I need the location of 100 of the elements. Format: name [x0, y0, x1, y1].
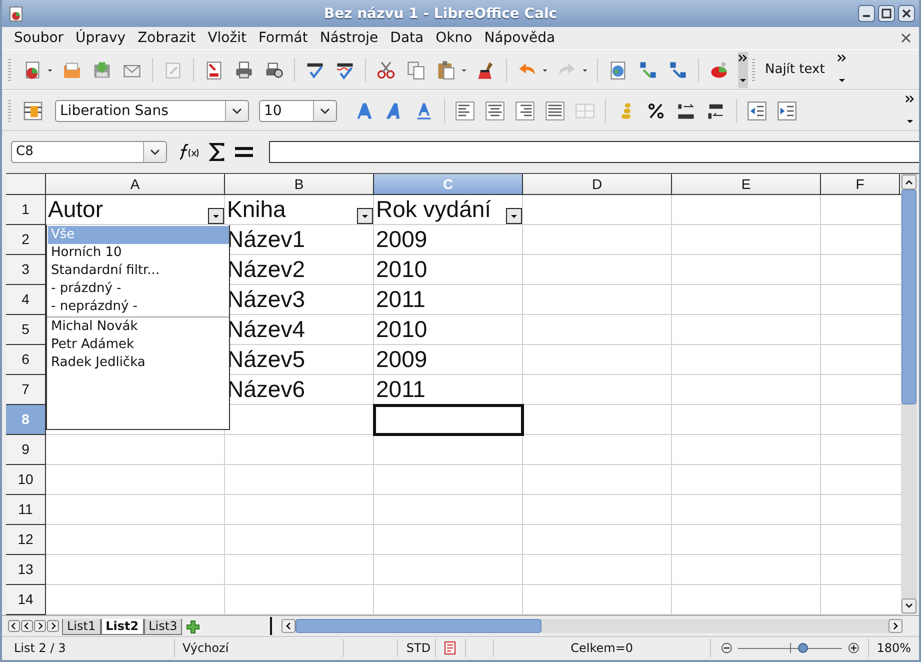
- copy-icon[interactable]: [406, 60, 426, 80]
- filter-option[interactable]: Standardní filtr...: [48, 262, 229, 280]
- page-style: Výchozí: [174, 639, 344, 658]
- font-name-field[interactable]: Liberation Sans: [55, 100, 249, 122]
- sheet-nav-button[interactable]: [8, 620, 20, 632]
- cell-text: 2011: [376, 286, 426, 312]
- autofilter-icon[interactable]: [208, 208, 224, 224]
- row-header[interactable]: 14: [6, 585, 46, 616]
- align-right-icon[interactable]: [515, 100, 535, 121]
- equals-icon[interactable]: [235, 146, 253, 158]
- cell-text: 2011: [376, 376, 426, 402]
- menu-item[interactable]: Nápověda: [478, 30, 562, 46]
- menu-item[interactable]: Úpravy: [70, 30, 132, 46]
- row-header[interactable]: 11: [6, 495, 46, 526]
- filter-option[interactable]: Radek Jedlička: [48, 354, 229, 372]
- vertical-scrollbar[interactable]: [901, 174, 917, 614]
- zoom-out-icon[interactable]: [720, 642, 732, 654]
- filter-option[interactable]: Michal Novák: [48, 318, 229, 336]
- autofilter-icon[interactable]: [357, 208, 373, 224]
- app-icon: [9, 6, 23, 22]
- row-header[interactable]: 3: [6, 255, 46, 286]
- minimize-icon[interactable]: [858, 5, 875, 22]
- row-header[interactable]: 2: [6, 225, 46, 256]
- menu-item[interactable]: Vložit: [202, 30, 252, 46]
- column-title: Rok vydání: [376, 196, 492, 222]
- document-modified-icon: [444, 641, 456, 656]
- overflow-icon[interactable]: [738, 52, 748, 88]
- zoom-slider-thumb[interactable]: [798, 642, 808, 653]
- row-header[interactable]: 12: [6, 525, 46, 556]
- horizontal-scrollbar[interactable]: [281, 618, 903, 633]
- scissors-icon[interactable]: [376, 60, 396, 80]
- dropdown-icon: [232, 108, 242, 114]
- sheet-nav-button[interactable]: [34, 620, 46, 632]
- pie-chart-icon[interactable]: [709, 60, 729, 80]
- zoom-reading: 180%: [876, 640, 912, 658]
- clipboard-icon[interactable]: [436, 60, 456, 80]
- filter-option[interactable]: - neprázdný -: [48, 298, 229, 316]
- sheet-indicator: List 2 / 3: [2, 639, 174, 658]
- filter-option[interactable]: Horních 10: [48, 244, 229, 262]
- sheet-tab[interactable]: List1: [62, 618, 101, 635]
- column-header[interactable]: D: [523, 174, 672, 194]
- cell-text: Název4: [227, 316, 305, 342]
- column-header[interactable]: E: [672, 174, 821, 194]
- row-header[interactable]: 4: [6, 285, 46, 316]
- autofilter-icon[interactable]: [506, 208, 522, 224]
- menu-item[interactable]: Formát: [252, 30, 314, 46]
- menu-item[interactable]: Soubor: [8, 30, 70, 46]
- filter-option[interactable]: Petr Adámek: [48, 336, 229, 354]
- row-header[interactable]: 13: [6, 555, 46, 586]
- menu-item[interactable]: Nástroje: [314, 30, 384, 46]
- close-icon[interactable]: [898, 5, 915, 22]
- sheet-tab[interactable]: List3: [144, 618, 182, 635]
- menu-item[interactable]: Zobrazit: [132, 30, 202, 46]
- globe-icon[interactable]: [608, 60, 628, 80]
- formula-input[interactable]: [269, 141, 919, 164]
- menu-item[interactable]: Okno: [430, 30, 478, 46]
- cell-text: 2010: [376, 256, 428, 282]
- sheet-tab[interactable]: List2: [100, 618, 144, 635]
- dropdown-icon: [320, 108, 330, 114]
- align-center-icon[interactable]: [485, 100, 505, 121]
- percent-icon[interactable]: [646, 100, 666, 121]
- justify-icon[interactable]: [545, 100, 565, 121]
- find-text-button[interactable]: Najít text: [761, 62, 829, 78]
- add-sheet-icon[interactable]: [186, 620, 200, 634]
- cell-text: Název3: [227, 286, 305, 312]
- close-icon[interactable]: [901, 33, 911, 44]
- sum-readout: Celkem=0: [494, 639, 711, 658]
- name-box[interactable]: C8: [11, 141, 167, 164]
- sheet-nav-button[interactable]: [21, 620, 33, 632]
- align-left-icon[interactable]: [455, 100, 475, 121]
- selection-mode: STD: [398, 639, 436, 658]
- function-wizard-icon[interactable]: [177, 143, 199, 162]
- column-title: Autor: [48, 196, 103, 222]
- column-header[interactable]: A: [46, 174, 225, 194]
- row-header[interactable]: 1: [6, 195, 46, 226]
- column-header[interactable]: F: [821, 174, 900, 194]
- printer-icon[interactable]: [234, 60, 254, 80]
- outdent-icon[interactable]: [747, 100, 767, 121]
- zoom-in-icon[interactable]: [848, 642, 860, 654]
- row-header[interactable]: 10: [6, 465, 46, 496]
- filter-option[interactable]: - prázdný -: [48, 280, 229, 298]
- row-header[interactable]: 9: [6, 435, 46, 466]
- indent-icon[interactable]: [777, 100, 797, 121]
- column-header[interactable]: B: [225, 174, 374, 194]
- select-all-corner[interactable]: [6, 174, 46, 194]
- sort-ascending-icon[interactable]: [638, 60, 658, 80]
- active-cell[interactable]: [374, 405, 523, 436]
- styles-icon[interactable]: [22, 100, 44, 122]
- font-size-field[interactable]: 10: [259, 100, 337, 122]
- sort-descending-icon[interactable]: [668, 60, 688, 80]
- column-title: Kniha: [227, 196, 286, 222]
- row-header[interactable]: 7: [6, 375, 46, 406]
- window-title: Bez názvu 1 - LibreOffice Calc: [322, 6, 558, 22]
- row-header[interactable]: 6: [6, 345, 46, 376]
- sum-icon[interactable]: [209, 143, 225, 162]
- menu-item[interactable]: Data: [384, 30, 430, 46]
- sheet-nav-button[interactable]: [47, 620, 59, 632]
- maximize-icon[interactable]: [878, 5, 895, 22]
- row-header[interactable]: 5: [6, 315, 46, 346]
- pdf-icon[interactable]: [204, 60, 224, 80]
